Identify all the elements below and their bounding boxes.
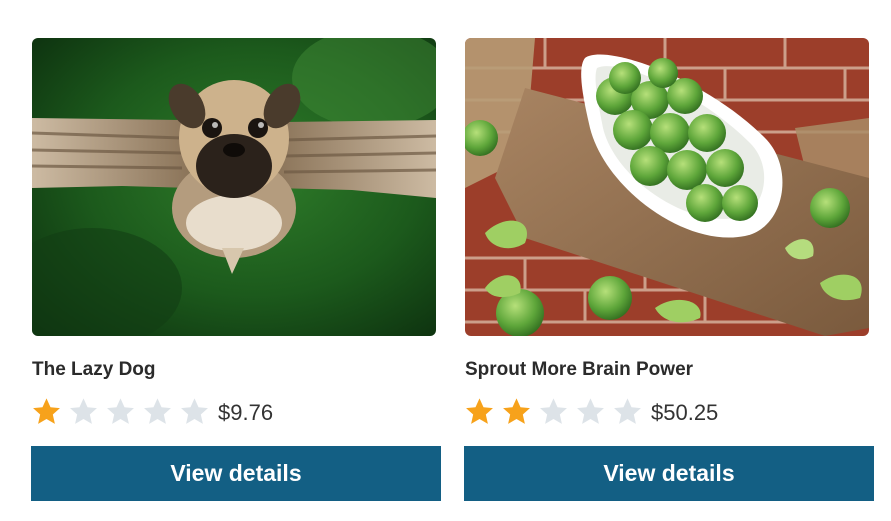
product-title[interactable]: The Lazy Dog [31, 358, 441, 382]
product-card: Sprout More Brain Power $50.25 View deta… [464, 38, 874, 501]
star-empty-icon [107, 397, 134, 424]
product-image[interactable] [32, 38, 436, 336]
star-empty-icon [144, 397, 171, 424]
star-empty-icon [181, 397, 208, 424]
star-rating [31, 396, 216, 427]
view-details-button[interactable]: View details [464, 446, 874, 501]
product-image[interactable] [465, 38, 869, 336]
product-grid: The Lazy Dog $9.76 View details Sprout M… [0, 0, 891, 521]
brussels-sprouts-image [465, 38, 869, 336]
pug-with-wings-image [32, 38, 436, 336]
view-details-button[interactable]: View details [31, 446, 441, 501]
star-rating [464, 396, 649, 427]
star-empty-icon [70, 397, 97, 424]
product-price: $50.25 [651, 400, 719, 425]
product-card: The Lazy Dog $9.76 View details [31, 38, 441, 501]
rating-row: $9.76 [31, 394, 441, 428]
product-title[interactable]: Sprout More Brain Power [464, 358, 874, 382]
product-price: $9.76 [218, 400, 274, 425]
star-empty-icon [577, 397, 604, 424]
star-filled-icon [466, 397, 493, 424]
star-empty-icon [540, 397, 567, 424]
rating-row: $50.25 [464, 394, 874, 428]
star-filled-icon [33, 397, 60, 424]
star-empty-icon [614, 397, 641, 424]
star-filled-icon [503, 397, 530, 424]
